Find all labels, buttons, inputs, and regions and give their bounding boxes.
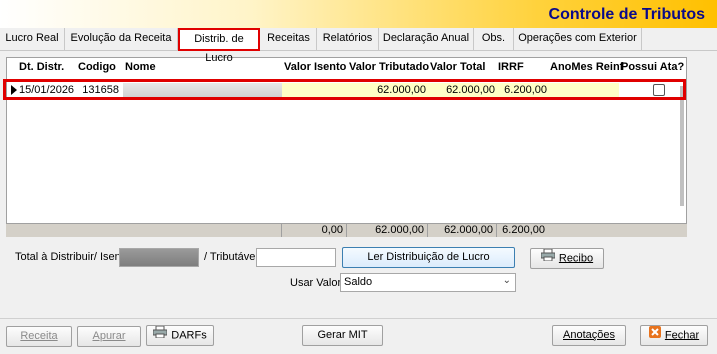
tab-lucro-real[interactable]: Lucro Real	[0, 28, 65, 50]
col-header-nome[interactable]: Nome	[125, 61, 156, 73]
total-distribuir-label: Total à Distribuir/ Isento	[15, 251, 130, 263]
gerar-mit-button[interactable]: Gerar MIT	[302, 325, 383, 346]
anotacoes-button[interactable]: Anotações	[552, 325, 626, 346]
total-irrf: 6.200,00	[496, 224, 548, 237]
col-header-possui-ata[interactable]: Possui Ata?	[621, 61, 684, 73]
totals-row: 0,00 62.000,00 62.000,00 6.200,00	[6, 223, 687, 237]
usar-valor-label: Usar Valor	[290, 277, 342, 289]
tab-distrib-lucro[interactable]: Distrib. de Lucro	[178, 28, 260, 64]
tributavel-field[interactable]	[256, 248, 336, 267]
apurar-label: Apurar	[92, 330, 126, 342]
usar-valor-value: Saldo	[344, 276, 373, 288]
anotacoes-label: Anotações	[563, 329, 615, 341]
recibo-label: Recibo	[558, 252, 594, 265]
apurar-button[interactable]: Apurar	[77, 326, 141, 347]
total-valor-isento: 0,00	[281, 224, 346, 237]
total-isento-field[interactable]	[119, 248, 199, 267]
ler-distribuicao-button[interactable]: Ler Distribuição de Lucro	[342, 247, 515, 268]
fechar-button[interactable]: Fechar	[640, 325, 708, 346]
title-bar: Controle de Tributos	[0, 0, 717, 28]
selected-row-highlight	[3, 79, 686, 100]
app-title: Controle de Tributos	[548, 6, 705, 23]
total-valor-total: 62.000,00	[427, 224, 496, 237]
col-header-valor-tributado[interactable]: Valor Tributado	[349, 61, 429, 73]
tab-receitas[interactable]: Receitas	[261, 28, 317, 50]
total-valor-tributado: 62.000,00	[346, 224, 427, 237]
tab-strip: Lucro Real Evolução da Receita Distrib. …	[0, 28, 717, 64]
col-header-irrf[interactable]: IRRF	[498, 61, 524, 73]
grid-scrollbar[interactable]	[680, 86, 684, 206]
footer-divider	[0, 318, 717, 319]
tab-evolucao-receita[interactable]: Evolução da Receita	[65, 28, 178, 50]
tab-operacoes-exterior[interactable]: Operações com Exterior	[514, 28, 642, 50]
col-header-valor-isento[interactable]: Valor Isento	[284, 61, 346, 73]
col-header-dt-distr[interactable]: Dt. Distr.	[19, 61, 64, 73]
tab-obs[interactable]: Obs.	[474, 28, 514, 50]
printer-icon	[540, 248, 556, 268]
usar-valor-select[interactable]: Saldo ⌄	[340, 273, 516, 292]
tributavel-label: / Tributável	[204, 251, 258, 263]
receita-button[interactable]: Receita	[6, 326, 72, 347]
darfs-label: DARFs	[171, 329, 207, 342]
darfs-button[interactable]: DARFs	[146, 325, 214, 346]
printer-icon	[152, 325, 168, 345]
recibo-button[interactable]: Recibo	[530, 248, 604, 269]
receita-label: Receita	[20, 330, 58, 342]
tab-relatorios[interactable]: Relatórios	[317, 28, 379, 50]
tab-declaracao-anual[interactable]: Declaração Anual	[379, 28, 474, 50]
col-header-codigo[interactable]: Codigo	[78, 61, 116, 73]
col-header-anomes-reinf[interactable]: AnoMes Reinf	[550, 61, 623, 73]
close-icon	[648, 326, 661, 345]
col-header-valor-total[interactable]: Valor Total	[430, 61, 485, 73]
fechar-label: Fechar	[664, 329, 700, 342]
chevron-down-icon: ⌄	[502, 275, 511, 286]
